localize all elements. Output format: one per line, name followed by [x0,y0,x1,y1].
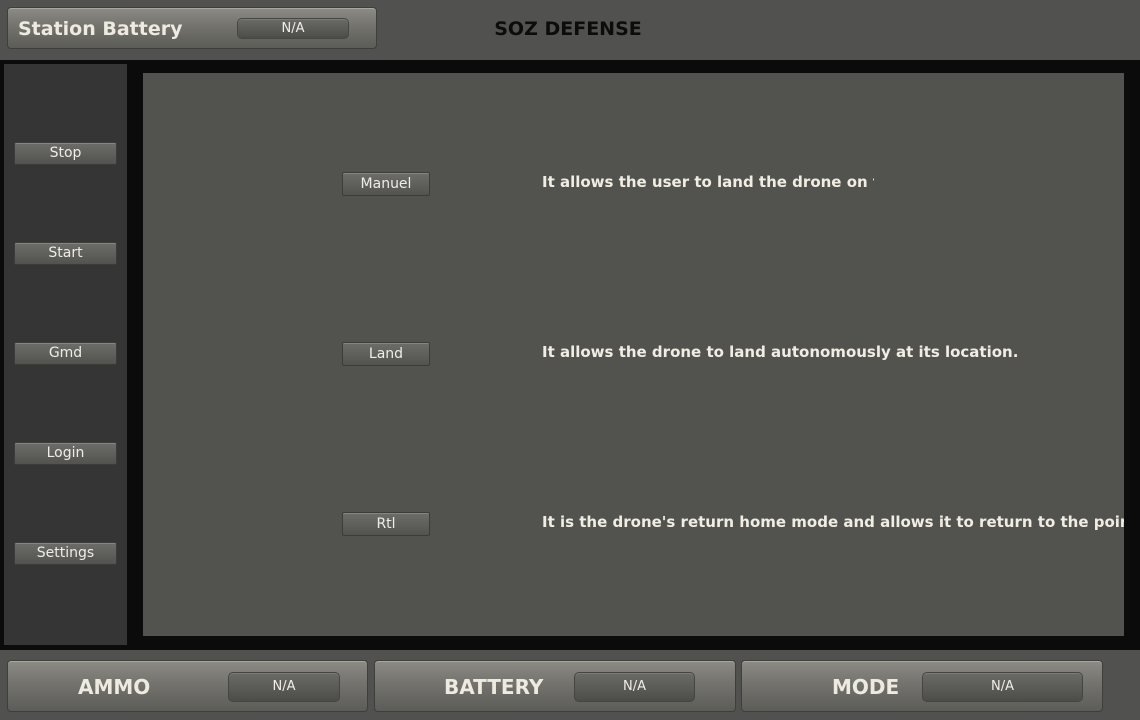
ammo-value: N/A [228,672,340,702]
station-battery-panel: Station Battery N/A [7,7,377,49]
battery-value: N/A [574,672,695,702]
mode-panel: MODE N/A [741,660,1103,712]
manuel-mode-description: It allows the user to land the drone on … [542,173,874,191]
header-bar: Station Battery N/A SOZ DEFENSE [0,0,1140,60]
login-button[interactable]: Login [14,442,117,465]
battery-label: BATTERY [444,675,544,699]
rtl-mode-description: It is the drone's return home mode and a… [542,513,1124,531]
start-button[interactable]: Start [14,242,117,265]
app-title: SOZ DEFENSE [494,18,642,40]
gmd-button[interactable]: Gmd [14,342,117,365]
mode-content-panel: Manuel It allows the user to land the dr… [143,73,1124,636]
ammo-panel: AMMO N/A [7,660,368,712]
mode-label: MODE [832,675,900,699]
land-mode-description: It allows the drone to land autonomously… [542,343,1019,361]
mode-value: N/A [922,672,1083,702]
land-mode-button[interactable]: Land [342,342,430,366]
settings-button[interactable]: Settings [14,542,117,565]
rtl-mode-button[interactable]: Rtl [342,512,430,536]
ammo-label: AMMO [78,675,151,699]
station-battery-label: Station Battery [18,18,183,40]
manuel-mode-button[interactable]: Manuel [342,172,430,196]
battery-panel: BATTERY N/A [374,660,736,712]
station-battery-value: N/A [237,18,349,39]
sidebar: Stop Start Gmd Login Settings [4,64,127,645]
stop-button[interactable]: Stop [14,142,117,165]
